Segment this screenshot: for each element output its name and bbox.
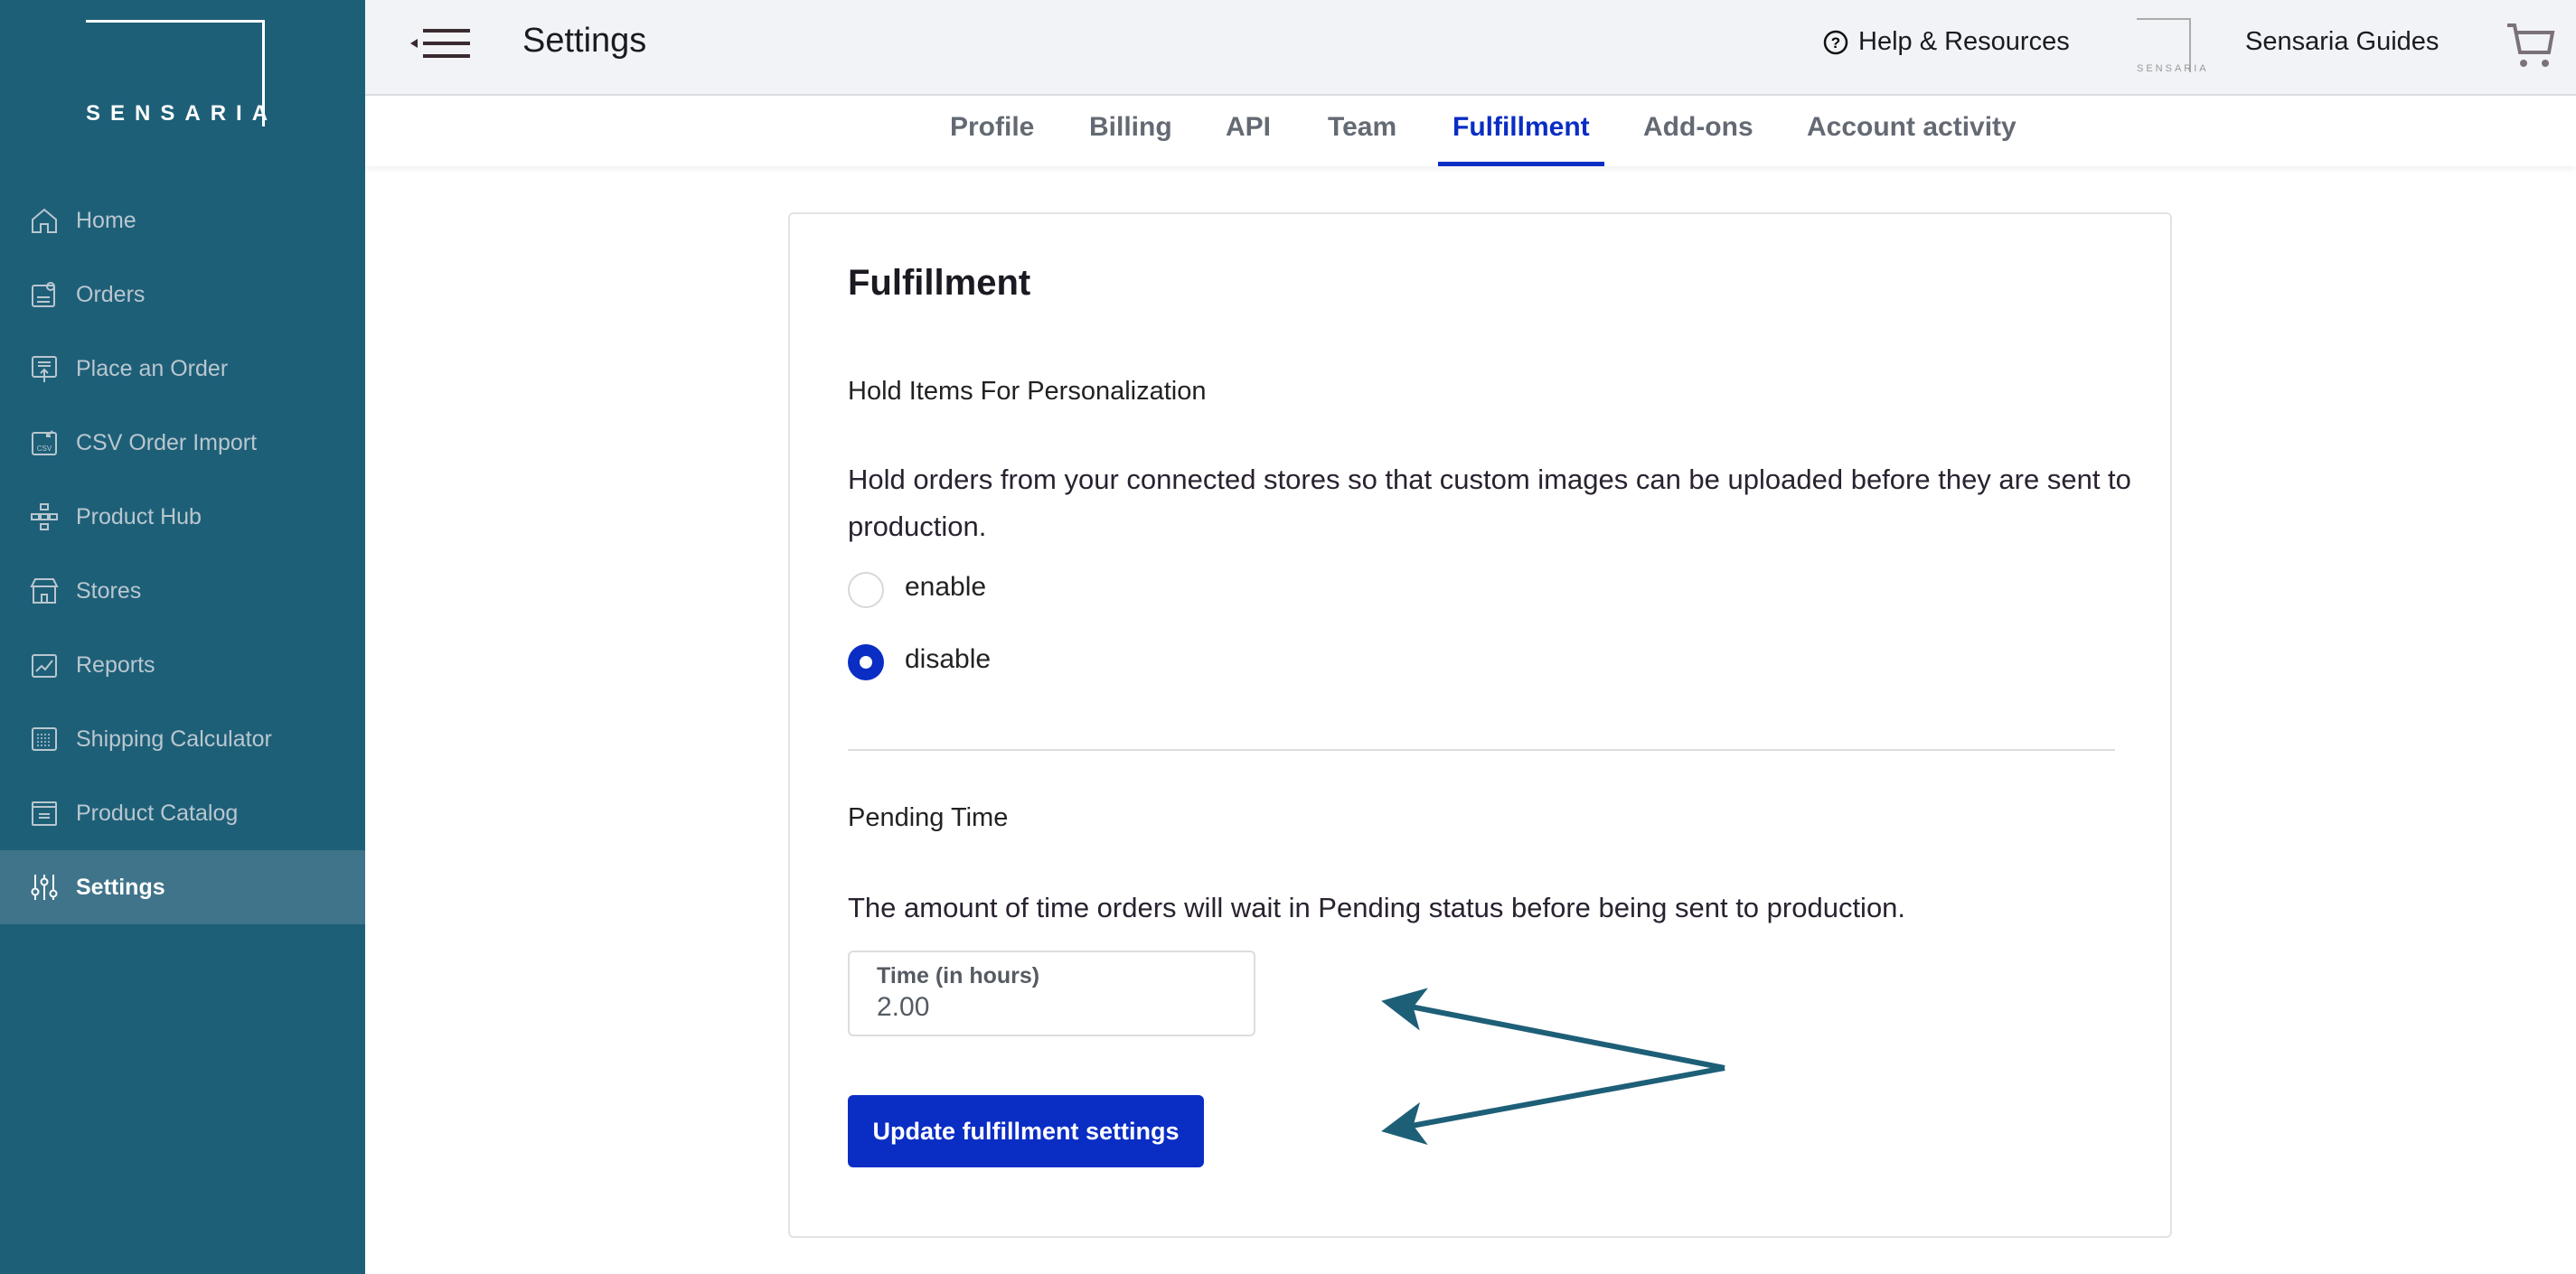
store-icon xyxy=(30,578,59,604)
catalog-icon xyxy=(32,801,57,826)
time-hours-input[interactable] xyxy=(877,992,1238,1023)
enable-radio[interactable] xyxy=(848,572,884,608)
place-order-icon xyxy=(32,356,57,382)
sidebar-item-label: CSV Order Import xyxy=(76,429,258,455)
tab-billing[interactable]: Billing xyxy=(1089,112,1172,166)
tab-add-ons[interactable]: Add-ons xyxy=(1643,112,1753,166)
sensaria-logo[interactable]: SENSARIA xyxy=(86,20,268,126)
disable-label[interactable]: disable xyxy=(905,644,991,675)
fulfillment-card: Fulfillment Hold Items For Personalizati… xyxy=(788,212,2172,1238)
tab-api[interactable]: API xyxy=(1226,112,1271,166)
sidebar-item-stores[interactable]: Stores xyxy=(0,554,365,628)
product-hub-icon xyxy=(31,503,58,530)
sidebar-item-label: Product Catalog xyxy=(76,800,239,826)
card-title: Fulfillment xyxy=(848,263,1031,303)
help-resources-link[interactable]: ? Help & Resources xyxy=(1822,27,2070,57)
cart-icon[interactable] xyxy=(2505,22,2556,70)
sidebar-item-reports[interactable]: Reports xyxy=(0,628,365,702)
collapse-menu-icon[interactable] xyxy=(410,25,472,61)
orders-icon xyxy=(32,282,55,307)
sidebar-item-label: Orders xyxy=(76,281,146,307)
tab-account-activity[interactable]: Account activity xyxy=(1807,112,2017,166)
guides-logo[interactable]: SENSARIA xyxy=(2137,18,2206,74)
sidebar-item-product-catalog[interactable]: Product Catalog xyxy=(0,776,365,850)
tab-team[interactable]: Team xyxy=(1328,112,1396,166)
sidebar: SENSARIA Home Orders Place an Order CSV CSV … xyxy=(0,0,365,1274)
tab-profile[interactable]: Profile xyxy=(950,112,1034,166)
sidebar-item-orders[interactable]: Orders xyxy=(0,258,365,332)
home-icon xyxy=(32,208,57,233)
sidebar-item-label: Shipping Calculator xyxy=(76,726,272,752)
sensaria-guides-link[interactable]: Sensaria Guides xyxy=(2245,27,2439,57)
sidebar-item-home[interactable]: Home xyxy=(0,183,365,258)
help-icon: ? xyxy=(1823,30,1848,54)
time-hours-field[interactable]: Time (in hours) xyxy=(848,951,1255,1036)
sidebar-item-label: Stores xyxy=(76,577,142,604)
disable-radio[interactable] xyxy=(848,644,884,680)
hold-items-description: Hold orders from your connected stores s… xyxy=(848,464,2131,542)
update-fulfillment-button[interactable]: Update fulfillment settings xyxy=(848,1095,1204,1167)
svg-text:?: ? xyxy=(1831,34,1840,52)
enable-label[interactable]: enable xyxy=(905,572,986,603)
time-field-label: Time (in hours) xyxy=(877,963,1040,988)
csv-import-icon: CSV xyxy=(32,430,57,455)
sidebar-item-csv-order-import[interactable]: CSV CSV Order Import xyxy=(0,406,365,480)
sidebar-item-shipping-calculator[interactable]: Shipping Calculator xyxy=(0,702,365,776)
sidebar-item-product-hub[interactable]: Product Hub xyxy=(0,480,365,554)
sidebar-item-label: Reports xyxy=(76,651,155,678)
reports-icon xyxy=(32,654,57,678)
sidebar-item-label: Place an Order xyxy=(76,355,229,381)
sidebar-item-label: Product Hub xyxy=(76,503,202,529)
sidebar-item-place-an-order[interactable]: Place an Order xyxy=(0,332,365,406)
svg-text:CSV: CSV xyxy=(37,445,52,453)
pending-time-title: Pending Time xyxy=(848,803,1009,832)
calculator-icon xyxy=(32,727,57,751)
sidebar-item-settings[interactable]: Settings xyxy=(0,850,365,924)
page-title: Settings xyxy=(522,22,647,60)
settings-sliders-icon xyxy=(31,875,58,900)
sidebar-item-label: Home xyxy=(76,207,136,233)
section-divider xyxy=(848,749,2115,751)
top-header: Settings ? Help & Resources SENSARIA Sen… xyxy=(365,0,2576,96)
pending-time-description: The amount of time orders will wait in P… xyxy=(848,892,1906,923)
tab-fulfillment[interactable]: Fulfillment xyxy=(1438,112,1604,166)
hold-items-title: Hold Items For Personalization xyxy=(848,377,1207,406)
settings-tabs: Profile Billing API Team Fulfillment Add-ons A… xyxy=(365,98,2576,166)
sidebar-item-label: Settings xyxy=(76,874,165,900)
